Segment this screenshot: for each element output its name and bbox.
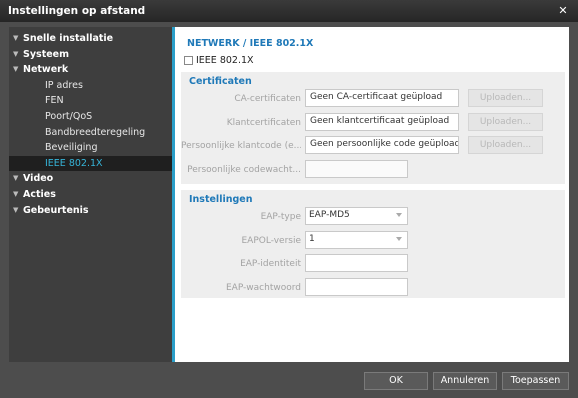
eap-password-input[interactable] xyxy=(305,278,408,296)
tree-item-systeem[interactable]: ▼ Systeem xyxy=(9,47,172,63)
private-key-upload-button[interactable]: Uploaden... xyxy=(468,136,543,154)
settings-window: Instellingen op afstand ✕ ▼ Snelle insta… xyxy=(0,0,578,398)
chevron-down-icon xyxy=(396,213,402,217)
private-key-label: Persoonlijke klantcode (e... xyxy=(181,141,301,151)
private-key-password-input[interactable] xyxy=(305,160,408,178)
window-title: Instellingen op afstand xyxy=(8,5,146,17)
close-icon[interactable]: ✕ xyxy=(556,4,570,18)
ieee-8021x-label: IEEE 802.1X xyxy=(196,55,254,66)
chevron-down-icon xyxy=(396,237,402,241)
title-bar: Instellingen op afstand ✕ xyxy=(0,0,578,22)
page-title: NETWERK / IEEE 802.1X xyxy=(187,38,314,49)
tree-item-fen[interactable]: FEN xyxy=(9,93,172,109)
eap-type-label: EAP-type xyxy=(260,212,301,222)
tree-item-gebeurtenis[interactable]: ▼ Gebeurtenis xyxy=(9,203,172,219)
tree-item-video[interactable]: ▼ Video xyxy=(9,171,172,187)
tree-item-netwerk[interactable]: ▼ Netwerk xyxy=(9,62,172,78)
eap-type-select[interactable]: EAP-MD5 xyxy=(305,207,408,225)
settings-group: Instellingen EAP-type EAP-MD5 EAPOL-vers… xyxy=(181,190,565,298)
tree-item-acties[interactable]: ▼ Acties xyxy=(9,187,172,203)
eapol-version-select[interactable]: 1 xyxy=(305,231,408,249)
ok-button[interactable]: OK xyxy=(364,372,428,390)
settings-tree: ▼ Snelle installatie ▼ Systeem ▼ Netwerk… xyxy=(9,27,172,362)
collapse-triangle-icon: ▼ xyxy=(13,65,19,74)
expand-triangle-icon: ▼ xyxy=(13,34,19,42)
tree-item-poort-qos[interactable]: Poort/QoS xyxy=(9,109,172,125)
certificates-group: Certificaten CA-certificaten Geen CA-cer… xyxy=(181,72,565,184)
settings-panel: NETWERK / IEEE 802.1X IEEE 802.1X Certif… xyxy=(172,27,569,362)
eap-identity-input[interactable] xyxy=(305,254,408,272)
client-cert-field: Geen klantcertificaat geüpload xyxy=(305,113,459,131)
ca-cert-label: CA-certificaten xyxy=(234,94,301,104)
private-key-password-label: Persoonlijke codewacht... xyxy=(187,165,301,175)
tree-item-ieee-8021x[interactable]: IEEE 802.1X xyxy=(9,155,172,172)
tree-item-snelle-installatie[interactable]: ▼ Snelle installatie xyxy=(9,31,172,47)
expand-triangle-icon: ▼ xyxy=(13,49,19,58)
client-cert-label: Klantcertificaten xyxy=(226,118,301,128)
tree-item-beveiliging[interactable]: Beveiliging xyxy=(9,140,172,156)
eap-password-label: EAP-wachtwoord xyxy=(225,283,301,293)
private-key-field: Geen persoonlijke code geüpload xyxy=(305,136,459,154)
apply-button[interactable]: Toepassen xyxy=(502,372,569,390)
expand-triangle-icon: ▼ xyxy=(13,205,19,214)
ieee-8021x-toggle[interactable]: IEEE 802.1X xyxy=(184,55,254,66)
certificates-title: Certificaten xyxy=(189,76,252,87)
client-cert-upload-button[interactable]: Uploaden... xyxy=(468,113,543,131)
eap-identity-label: EAP-identiteit xyxy=(240,259,301,269)
tree-item-ip-adres[interactable]: IP adres xyxy=(9,78,172,94)
settings-title: Instellingen xyxy=(189,194,253,205)
ieee-8021x-checkbox[interactable] xyxy=(184,56,193,65)
cancel-button[interactable]: Annuleren xyxy=(433,372,497,390)
ca-cert-upload-button[interactable]: Uploaden... xyxy=(468,89,543,107)
expand-triangle-icon: ▼ xyxy=(13,189,19,198)
ca-cert-field: Geen CA-certificaat geüpload xyxy=(305,89,459,107)
eapol-version-label: EAPOL-versie xyxy=(241,236,301,246)
tree-item-bandbreedteregeling[interactable]: Bandbreedteregeling xyxy=(9,125,172,141)
expand-triangle-icon: ▼ xyxy=(13,174,19,183)
